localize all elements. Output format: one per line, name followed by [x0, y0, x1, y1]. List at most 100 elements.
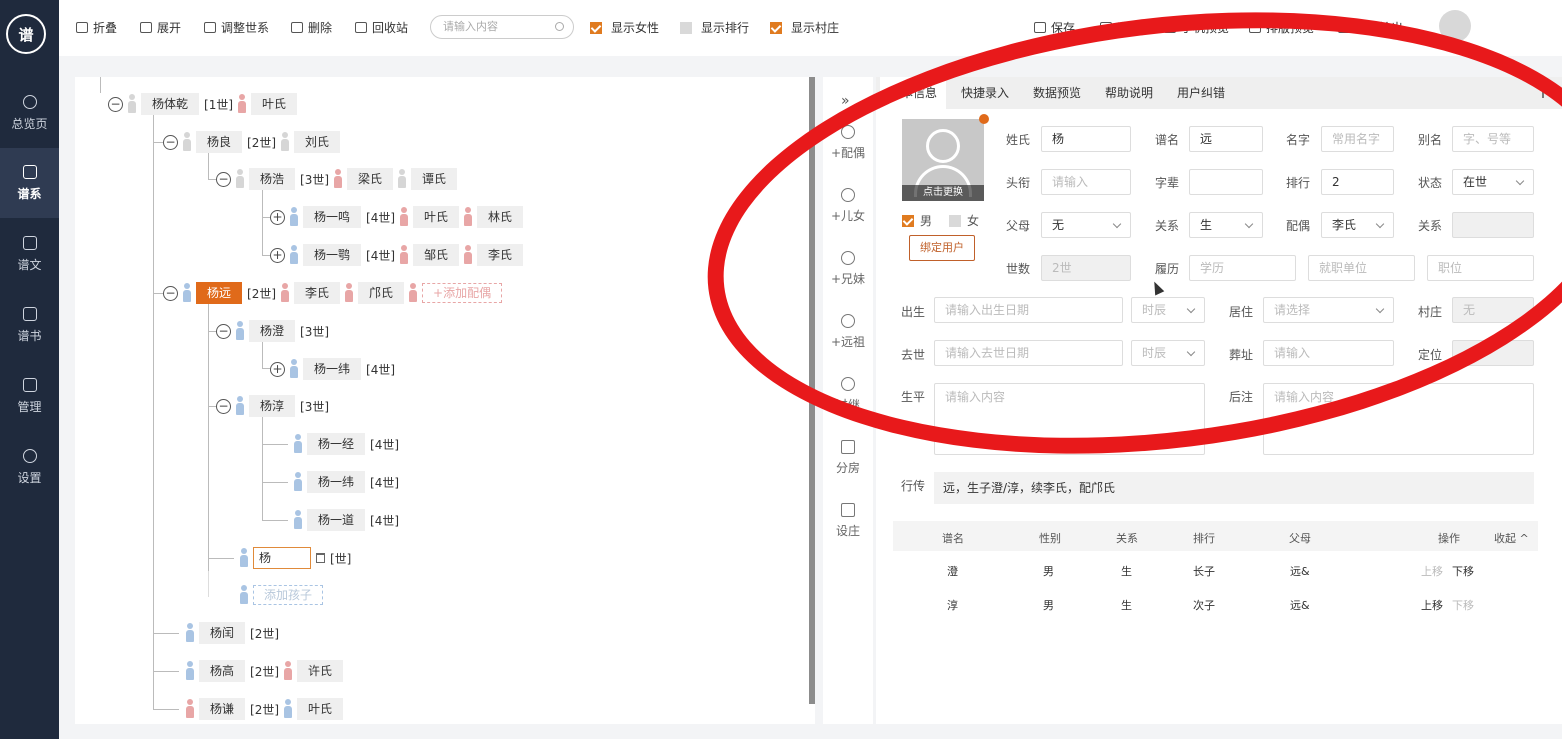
person-name[interactable]: 杨谦: [199, 698, 246, 720]
tree-node[interactable]: 杨一经 [4世]: [294, 433, 399, 455]
tab-quick-entry[interactable]: 快捷录入: [952, 77, 1018, 109]
tree-node[interactable]: 杨谦 [2世] 叶氏: [186, 698, 344, 720]
status-select[interactable]: 在世: [1452, 169, 1534, 195]
add-ancestor-action[interactable]: +远祖: [823, 314, 873, 350]
sidebar-item-genealogy[interactable]: 谱系: [0, 148, 59, 218]
add-child-action[interactable]: +儿女: [823, 188, 873, 224]
branch-action[interactable]: 分房: [823, 440, 873, 476]
person-name[interactable]: 杨一纬: [303, 358, 362, 380]
collapse-button[interactable]: 折叠: [76, 19, 117, 36]
person-name[interactable]: 杨闰: [199, 622, 246, 644]
remove-photo-icon[interactable]: [979, 114, 989, 124]
employer-input[interactable]: 就职单位: [1308, 255, 1415, 281]
person-name[interactable]: 杨淳: [249, 395, 296, 417]
spouse-name[interactable]: 李氏: [477, 244, 524, 266]
person-name[interactable]: 杨澄: [249, 320, 296, 342]
adoption-action[interactable]: 过继: [823, 377, 873, 413]
birth-hour-select[interactable]: 时辰: [1131, 297, 1205, 323]
save-button[interactable]: 保存: [1034, 19, 1075, 36]
collapse-panel-icon[interactable]: [1536, 86, 1544, 98]
spouse-name[interactable]: 谭氏: [411, 168, 458, 190]
person-name[interactable]: 杨一鹗: [303, 244, 362, 266]
move-down-button[interactable]: 下移: [1452, 563, 1474, 579]
expand-toggle-icon[interactable]: +: [270, 247, 285, 263]
spouse-name[interactable]: 李氏: [294, 282, 341, 304]
tree-node-new-child[interactable]: 杨 [世]: [240, 547, 351, 569]
position-input[interactable]: 职位: [1427, 255, 1534, 281]
spouse-name[interactable]: 叶氏: [297, 698, 344, 720]
tree-node-selected[interactable]: − 杨远 [2世] 李氏 邝氏 +添加配偶: [163, 282, 503, 304]
sidebar-item-manage[interactable]: 管理: [0, 361, 59, 431]
tree-node[interactable]: 杨一道 [4世]: [294, 509, 399, 531]
person-name[interactable]: 杨一道: [307, 509, 366, 531]
tree-node[interactable]: + 杨一鸣 [4世] 叶氏 林氏: [270, 206, 524, 228]
tree-node[interactable]: − 杨浩 [3世] 梁氏 谭氏: [216, 168, 458, 190]
sidebar-item-articles[interactable]: 谱文: [0, 219, 59, 289]
rank-input[interactable]: 2: [1321, 169, 1394, 195]
surname-input[interactable]: 杨: [1041, 126, 1131, 152]
spouse-name[interactable]: 刘氏: [294, 131, 341, 153]
recycle-bin-button[interactable]: 回收站: [355, 19, 408, 36]
collapse-table-button[interactable]: 收起 ^: [1494, 530, 1529, 546]
add-child-row[interactable]: 添加孩子: [240, 585, 324, 605]
tab-basic-info[interactable]: 基本信息: [880, 77, 946, 109]
show-rank-checkbox[interactable]: 显示排行: [680, 19, 749, 36]
person-name[interactable]: 杨高: [199, 660, 246, 682]
tree-node[interactable]: − 杨淳 [3世]: [216, 395, 329, 417]
sidebar-item-settings[interactable]: 设置: [0, 432, 59, 502]
spouse-name[interactable]: 邹氏: [413, 244, 460, 266]
profile-photo[interactable]: 点击更换: [902, 119, 984, 201]
spouse-name[interactable]: 林氏: [477, 206, 524, 228]
change-photo-label[interactable]: 点击更换: [902, 185, 984, 201]
search-input[interactable]: 请输入内容: [430, 15, 574, 39]
tree-node[interactable]: 杨一纬 [4世]: [294, 471, 399, 493]
tab-help[interactable]: 帮助说明: [1096, 77, 1162, 109]
spouse-name[interactable]: 许氏: [297, 660, 344, 682]
tree-node[interactable]: 杨高 [2世] 许氏: [186, 660, 344, 682]
collapse-toggle-icon[interactable]: −: [163, 285, 178, 301]
person-name[interactable]: 杨浩: [249, 168, 296, 190]
person-name[interactable]: 杨远: [196, 282, 243, 304]
gender-male-option[interactable]: 男: [902, 212, 932, 229]
spouse-name[interactable]: 梁氏: [347, 168, 394, 190]
genealogy-name-input[interactable]: 远: [1189, 126, 1263, 152]
spouse-name[interactable]: 叶氏: [251, 93, 298, 115]
sidebar-item-overview[interactable]: 总览页: [0, 78, 59, 148]
person-name[interactable]: 杨一经: [307, 433, 366, 455]
collapse-toggle-icon[interactable]: −: [216, 398, 231, 414]
person-name[interactable]: 杨一鸣: [303, 206, 362, 228]
move-down-button[interactable]: 下移: [1452, 597, 1474, 613]
spouse-name[interactable]: 邝氏: [358, 282, 405, 304]
birth-date-input[interactable]: 请输入出生日期: [934, 297, 1123, 323]
new-child-name-input[interactable]: 杨: [253, 547, 311, 569]
tree-node-root[interactable]: − 杨体乾 [1世] 叶氏: [108, 93, 298, 115]
sidebar-item-book[interactable]: 谱书: [0, 290, 59, 360]
user-avatar[interactable]: [1439, 10, 1471, 42]
add-sibling-action[interactable]: +兄妹: [823, 251, 873, 287]
death-date-input[interactable]: 请输入去世日期: [934, 340, 1123, 366]
move-up-button[interactable]: 上移: [1421, 563, 1443, 579]
double-chevron-right-icon[interactable]: »: [841, 93, 850, 109]
education-input[interactable]: 学历: [1189, 255, 1296, 281]
collapse-toggle-icon[interactable]: −: [216, 323, 231, 339]
tree-node[interactable]: + 杨一鹗 [4世] 邹氏 李氏: [270, 244, 524, 266]
collapse-toggle-icon[interactable]: −: [108, 96, 123, 112]
given-name-input[interactable]: 常用名字: [1321, 126, 1394, 152]
app-logo[interactable]: 谱: [6, 14, 46, 54]
add-spouse-action[interactable]: +配偶: [823, 125, 873, 161]
collapse-toggle-icon[interactable]: −: [216, 171, 231, 187]
death-hour-select[interactable]: 时辰: [1131, 340, 1205, 366]
biography-textarea[interactable]: 请输入内容: [934, 383, 1205, 455]
mobile-preview-button[interactable]: 手机预览: [1164, 19, 1229, 36]
tree-node[interactable]: − 杨良 [2世] 刘氏: [163, 131, 341, 153]
generation-char-input[interactable]: [1189, 169, 1263, 195]
trash-icon[interactable]: [316, 553, 325, 563]
tree-node[interactable]: + 杨一纬 [4世]: [270, 358, 395, 380]
spouse-name[interactable]: 叶氏: [413, 206, 460, 228]
layout-preview-button[interactable]: 排版预览: [1249, 19, 1314, 36]
person-name[interactable]: 杨一纬: [307, 471, 366, 493]
relation-select[interactable]: 生: [1189, 212, 1263, 238]
bind-user-button[interactable]: 绑定用户: [909, 235, 975, 261]
tree-node[interactable]: 杨闰 [2世]: [186, 622, 279, 644]
person-name[interactable]: 杨良: [196, 131, 243, 153]
